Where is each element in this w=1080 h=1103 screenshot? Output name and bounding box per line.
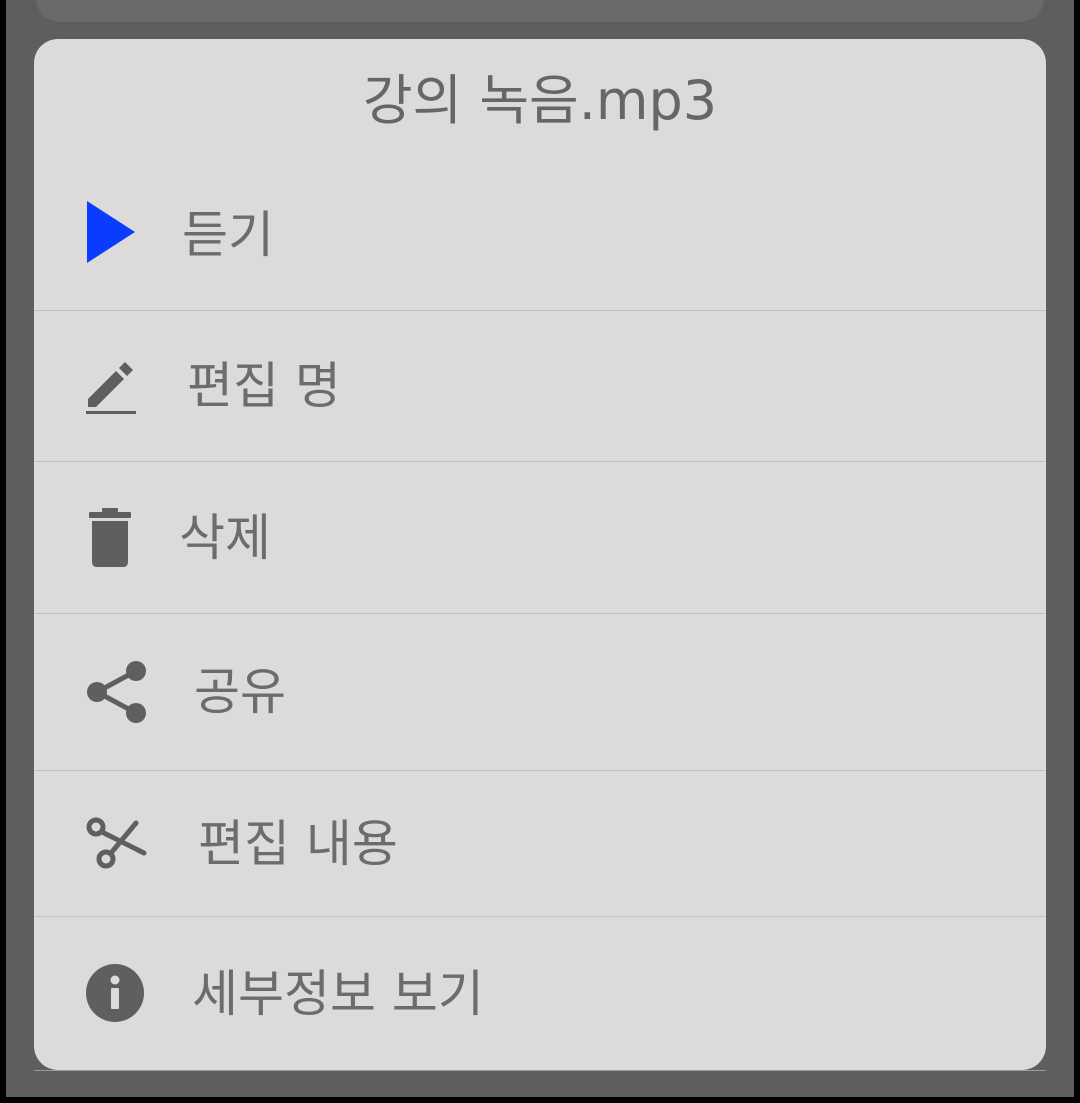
- menu-item-label: 듣기: [182, 205, 274, 264]
- menu-item-label: 편집 명: [187, 357, 341, 415]
- divider: [34, 1070, 1046, 1071]
- menu-item-label: 편집 내용: [198, 814, 398, 873]
- menu-item-share[interactable]: 공유: [34, 613, 1046, 770]
- scissors-icon: [86, 817, 147, 869]
- menu-item-delete[interactable]: 삭제: [34, 461, 1046, 613]
- menu-item-label: 삭제: [179, 508, 271, 567]
- background-card: [36, 0, 1044, 22]
- menu-item-label: 세부정보 보기: [192, 965, 484, 1023]
- dialog-title: 강의 녹음.mp3: [362, 69, 718, 132]
- screen-overlay: 강의 녹음.mp3 듣기 편집 명 삭제 공유 편집 내용 세부정보 보기: [6, 0, 1074, 1097]
- play-icon: [87, 201, 135, 263]
- pencil-icon: [86, 362, 136, 414]
- menu-item-trim[interactable]: 편집 내용: [34, 770, 1046, 916]
- file-options-dialog: 강의 녹음.mp3 듣기 편집 명 삭제 공유 편집 내용 세부정보 보기: [34, 39, 1046, 1070]
- info-icon: [86, 964, 144, 1022]
- menu-item-rename[interactable]: 편집 명: [34, 310, 1046, 461]
- menu-item-details[interactable]: 세부정보 보기: [34, 916, 1046, 1070]
- menu-item-listen[interactable]: 듣기: [34, 159, 1046, 310]
- share-icon: [87, 661, 146, 723]
- menu-item-label: 공유: [194, 663, 286, 721]
- trash-icon: [89, 508, 131, 567]
